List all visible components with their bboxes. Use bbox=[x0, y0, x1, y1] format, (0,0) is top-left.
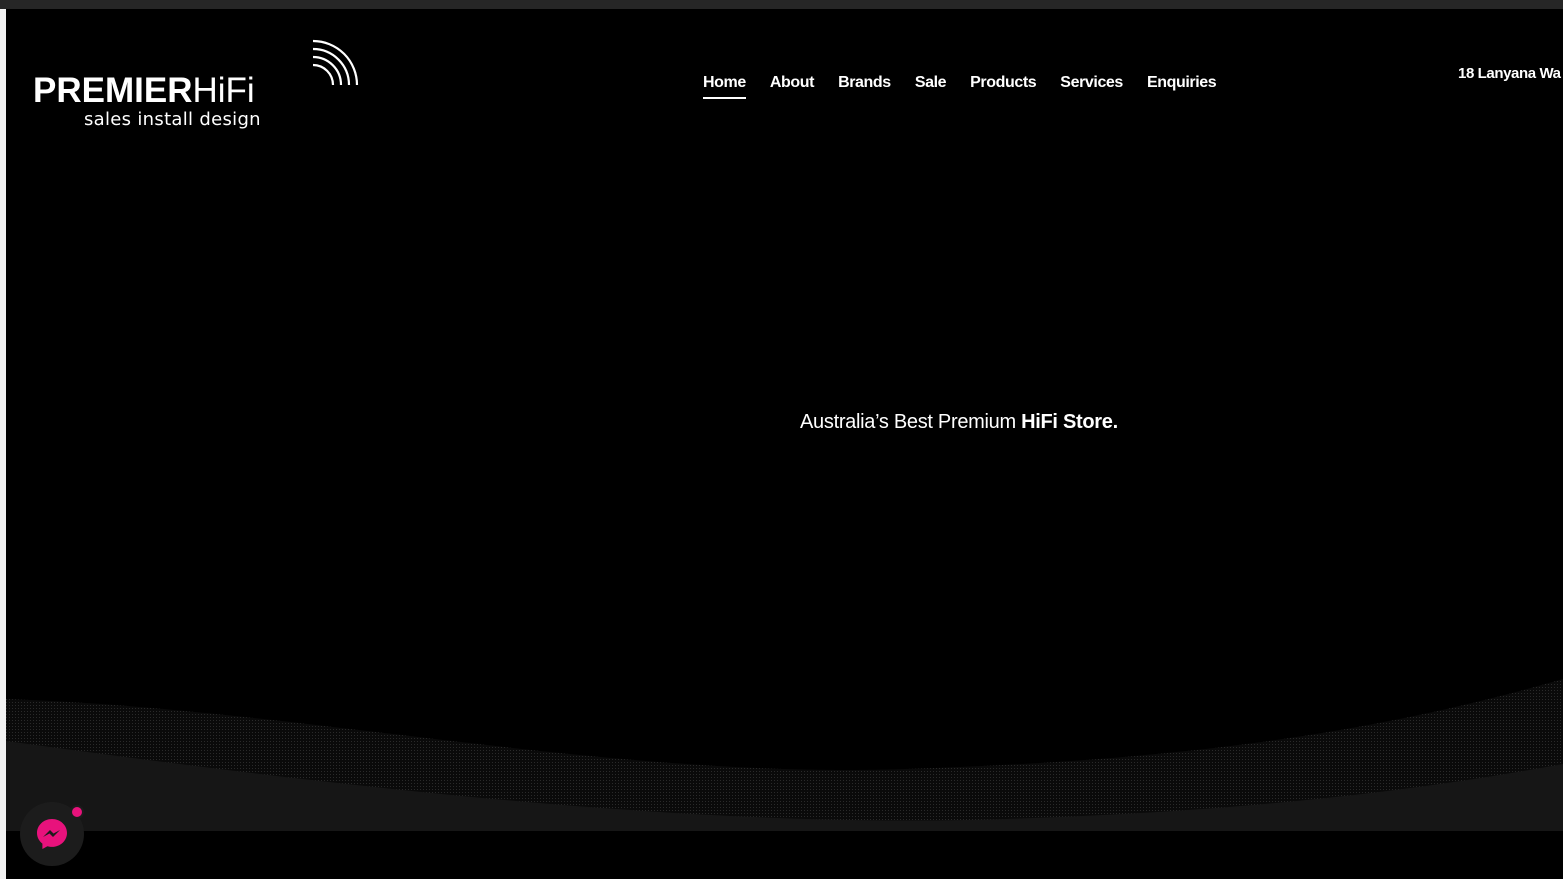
logo-wordmark: PREMIERHiFi bbox=[33, 73, 255, 108]
bottom-strip bbox=[6, 831, 1563, 879]
messenger-chat-button[interactable] bbox=[20, 802, 84, 866]
nav-item-brands[interactable]: Brands bbox=[838, 74, 891, 99]
notification-badge bbox=[70, 805, 84, 819]
nav-item-services[interactable]: Services bbox=[1060, 74, 1123, 99]
main-nav: Home About Brands Sale Products Services… bbox=[703, 74, 1240, 99]
nav-item-sale[interactable]: Sale bbox=[915, 74, 947, 99]
nav-item-about[interactable]: About bbox=[770, 74, 815, 99]
logo-tagline: sales install design bbox=[84, 109, 261, 130]
hero-tagline: Australia’s Best Premium HiFi Store. bbox=[800, 411, 1118, 434]
logo-word-bold: PREMIER bbox=[33, 71, 193, 110]
messenger-icon bbox=[37, 819, 67, 849]
signal-waves-icon bbox=[312, 39, 359, 86]
nav-item-home[interactable]: Home bbox=[703, 74, 746, 99]
logo-word-thin: HiFi bbox=[192, 71, 255, 110]
decorative-wave bbox=[6, 679, 1563, 834]
site-logo[interactable]: PREMIERHiFi sales install design bbox=[33, 37, 363, 132]
header-address[interactable]: 18 Lanyana Wa bbox=[1458, 65, 1561, 82]
nav-item-enquiries[interactable]: Enquiries bbox=[1147, 74, 1217, 99]
hero-tagline-bold: HiFi Store. bbox=[1021, 411, 1118, 433]
page: PREMIERHiFi sales install design Home Ab… bbox=[6, 9, 1563, 879]
browser-top-bar bbox=[0, 0, 1563, 9]
nav-item-products[interactable]: Products bbox=[970, 74, 1037, 99]
hero-tagline-regular: Australia’s Best Premium bbox=[800, 411, 1022, 433]
